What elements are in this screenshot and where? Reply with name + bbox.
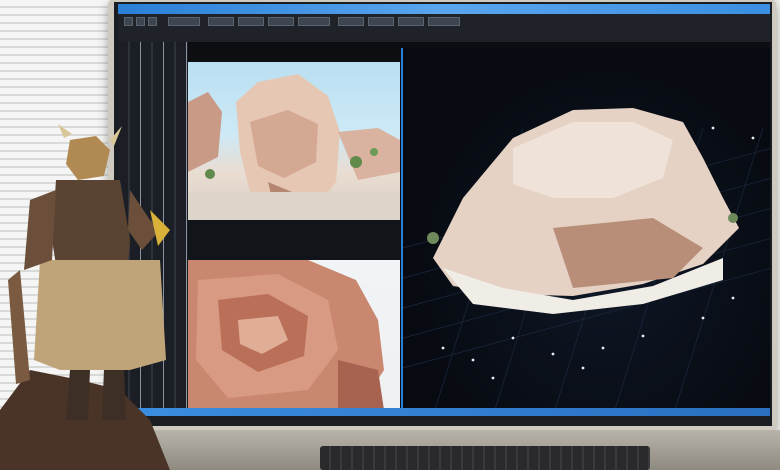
log-panel (188, 220, 400, 260)
keyboard (320, 446, 650, 470)
source-photo-2[interactable] (188, 260, 400, 410)
toolbar-icon[interactable] (124, 17, 133, 26)
warrior-figurine (0, 124, 170, 470)
toolbar-dropdown[interactable] (298, 17, 330, 26)
toolbar-dropdown[interactable] (338, 17, 364, 26)
toolbar-dropdown[interactable] (268, 17, 294, 26)
toolbar-dropdown[interactable] (208, 17, 234, 26)
rock-photo-1 (188, 74, 400, 220)
3d-viewport[interactable] (401, 48, 770, 416)
taskbar (118, 408, 770, 416)
app-titlebar (118, 4, 770, 14)
rock-photo-2 (188, 260, 384, 410)
3d-grid (403, 108, 770, 416)
toolbar-icon[interactable] (136, 17, 145, 26)
toolbar-dropdown[interactable] (428, 17, 460, 26)
toolbar-dropdown[interactable] (398, 17, 424, 26)
source-photo-1[interactable] (188, 62, 400, 220)
toolbar-icon[interactable] (148, 17, 157, 26)
toolbar-dropdown[interactable] (168, 17, 200, 26)
toolbar-dropdown[interactable] (238, 17, 264, 26)
monitor-screen (118, 4, 770, 416)
toolbar-dropdown[interactable] (368, 17, 394, 26)
app-toolbar (118, 14, 770, 43)
